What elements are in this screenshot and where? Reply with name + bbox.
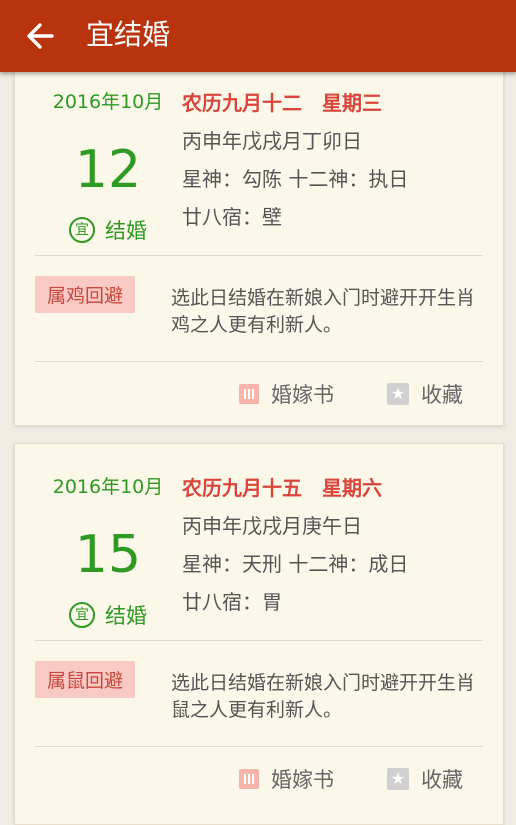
lunar-date: 农历九月十二 星期三: [182, 87, 382, 116]
back-arrow-icon[interactable]: [22, 16, 62, 56]
avoid-badge: 属鼠回避: [35, 661, 136, 698]
lunar-date-text: 农历九月十二: [182, 91, 302, 115]
weekday: 星期六: [322, 476, 382, 500]
date-card[interactable]: 2016年10月 15 宜 结婚 农历九月十五 星期六 丙申年戊戌月庚午日 星神：…: [14, 443, 504, 825]
avoid-badge: 属鸡回避: [35, 276, 136, 313]
lunar-date-text: 农历九月十五: [182, 476, 302, 500]
gods-info: 星神：天刑 十二神：成日: [182, 552, 409, 576]
favorite-label: 收藏: [421, 768, 463, 792]
weekday: 星期三: [322, 91, 382, 115]
wedding-book-icon: [239, 769, 259, 789]
solar-month: 2016年10月: [52, 91, 164, 113]
divider: [35, 255, 483, 256]
ganzhi-date: 丙申年戊戌月庚午日: [182, 514, 362, 538]
wedding-book-button[interactable]: 婚嫁书: [239, 764, 334, 794]
date-summary: 2016年10月 15 宜 结婚 农历九月十五 星期六 丙申年戊戌月庚午日 星神：…: [15, 444, 503, 630]
suitable-event-label: 结婚: [105, 604, 147, 628]
wedding-book-label: 婚嫁书: [271, 768, 334, 792]
suitable-event-label: 结婚: [105, 219, 147, 243]
divider: [35, 361, 483, 362]
page-title: 宜结婚: [86, 18, 171, 51]
card-actions: 婚嫁书 ★ 收藏: [15, 750, 503, 806]
wedding-book-button[interactable]: 婚嫁书: [239, 379, 334, 409]
card-actions: 婚嫁书 ★ 收藏: [15, 365, 503, 421]
favorite-button[interactable]: ★ 收藏: [387, 764, 463, 794]
day-number: 12: [74, 140, 142, 200]
divider: [35, 640, 483, 641]
day-number: 15: [74, 525, 142, 585]
favorite-button[interactable]: ★ 收藏: [387, 379, 463, 409]
divider: [35, 746, 483, 747]
mansion-info: 廿八宿：壁: [182, 205, 282, 229]
wedding-book-label: 婚嫁书: [271, 383, 334, 407]
star-icon: ★: [387, 768, 409, 790]
star-icon: ★: [387, 383, 409, 405]
wedding-book-icon: [239, 384, 259, 404]
favorite-label: 收藏: [421, 383, 463, 407]
avoid-description: 选此日结婚在新娘入门时避开开生肖鸡之人更有利新人。: [171, 287, 476, 336]
suitable-event: 宜 结婚: [45, 600, 171, 630]
avoid-description: 选此日结婚在新娘入门时避开开生肖鼠之人更有利新人。: [171, 672, 476, 721]
date-card[interactable]: 2016年10月 12 宜 结婚 农历九月十二 星期三 丙申年戊戌月丁卯日 星神：…: [14, 58, 504, 426]
app-bar: 宜结婚: [0, 0, 516, 72]
suitable-event: 宜 结婚: [45, 215, 171, 245]
date-summary: 2016年10月 12 宜 结婚 农历九月十二 星期三 丙申年戊戌月丁卯日 星神：…: [15, 59, 503, 245]
gods-info: 星神：勾陈 十二神：执日: [182, 167, 409, 191]
yi-icon: 宜: [69, 602, 95, 628]
mansion-info: 廿八宿：胃: [182, 590, 282, 614]
yi-icon: 宜: [69, 217, 95, 243]
lunar-date: 农历九月十五 星期六: [182, 472, 382, 501]
solar-month: 2016年10月: [52, 476, 164, 498]
ganzhi-date: 丙申年戊戌月丁卯日: [182, 129, 362, 153]
